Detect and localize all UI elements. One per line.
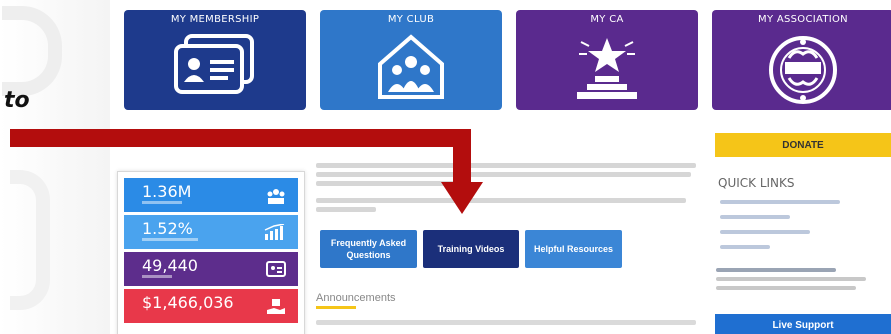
faded-letter-top xyxy=(2,6,62,96)
stat-donations: $1,466,036 xyxy=(124,289,298,323)
stat-members: 1.36M xyxy=(124,178,298,212)
faq-button[interactable]: Frequently Asked Questions xyxy=(320,230,417,268)
tile-title: MY ASSOCIATION xyxy=(758,14,848,25)
announcement-text-blurred xyxy=(316,320,696,325)
tile-title: MY CLUB xyxy=(387,14,435,25)
tile-title: MY MEMBERSHIP xyxy=(170,14,260,25)
tile-my-membership[interactable]: MY MEMBERSHIP xyxy=(124,10,306,110)
quick-link[interactable] xyxy=(720,245,770,249)
podium-star-icon xyxy=(565,34,649,105)
membership-card-icon xyxy=(172,34,258,103)
announcements-heading: Announcements xyxy=(316,292,396,304)
lions-logo-icon xyxy=(767,34,839,110)
quick-link[interactable] xyxy=(720,230,810,234)
tile-title: MY CA xyxy=(590,14,624,25)
growth-chart-icon xyxy=(264,223,286,245)
members-icon xyxy=(266,187,286,210)
quick-links-heading: QUICK LINKS xyxy=(718,176,795,190)
overlay-word: to xyxy=(4,88,30,113)
helpful-resources-button[interactable]: Helpful Resources xyxy=(525,230,622,268)
tile-my-association[interactable]: MY ASSOCIATION xyxy=(712,10,891,110)
portal-heading: rtal xyxy=(450,136,467,150)
tile-my-ca[interactable]: MY CA xyxy=(516,10,698,110)
quick-link[interactable] xyxy=(720,215,790,219)
lions-portal-screenshot: to MY MEMBERSHIP MY CLUB MY CA MY ASSOCI… xyxy=(0,0,891,334)
donation-hand-icon xyxy=(266,298,286,321)
left-margin xyxy=(0,0,110,334)
club-card-icon xyxy=(266,261,286,282)
stats-card: 1.36M 1.52% 49,440 $1,466,036 xyxy=(117,171,305,334)
stat-growth: 1.52% xyxy=(124,215,298,249)
training-videos-button[interactable]: Training Videos xyxy=(423,230,519,268)
announcements-underline xyxy=(316,306,356,309)
live-support-button[interactable]: Live Support xyxy=(715,314,891,334)
quick-link[interactable] xyxy=(720,200,840,204)
club-house-icon xyxy=(376,34,446,105)
tile-my-club[interactable]: MY CLUB xyxy=(320,10,502,110)
stats-heading-blurred xyxy=(170,142,270,156)
donate-button[interactable]: DONATE xyxy=(715,133,891,157)
contact-info-blurred xyxy=(716,268,876,295)
stat-clubs: 49,440 xyxy=(124,252,298,286)
intro-paragraph-blurred xyxy=(316,163,701,216)
quick-links-list xyxy=(720,200,880,260)
faded-letter-bottom xyxy=(10,170,50,310)
